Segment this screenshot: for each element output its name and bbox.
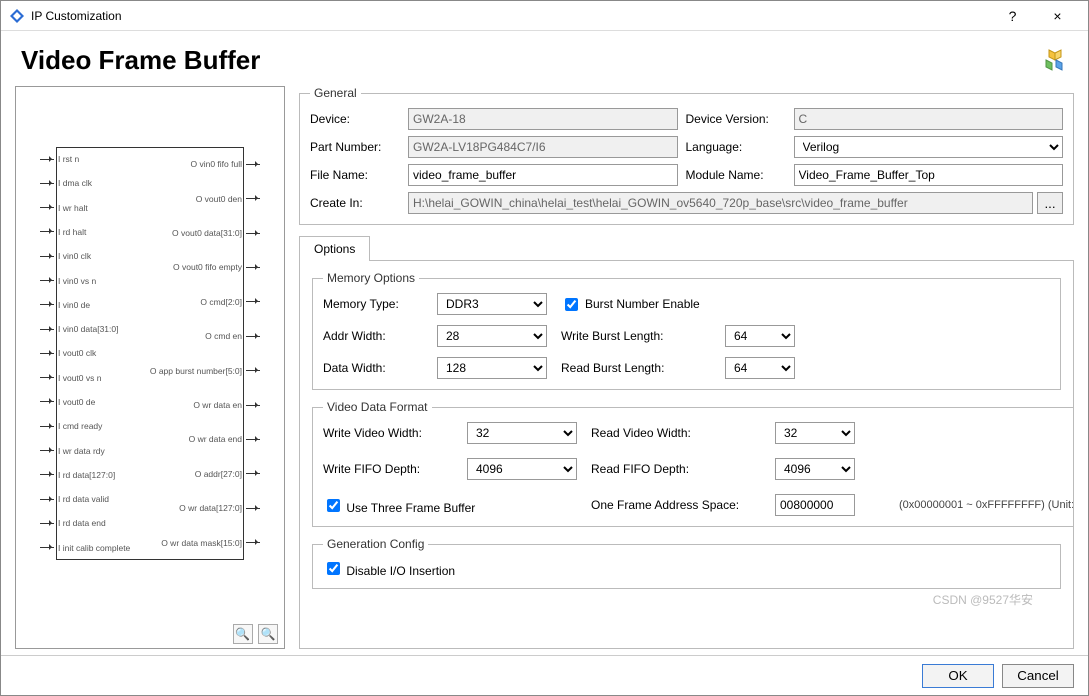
tab-options[interactable]: Options xyxy=(299,236,370,261)
three-frame-checkbox[interactable]: Use Three Frame Buffer xyxy=(323,496,577,515)
device-field xyxy=(408,108,678,130)
device-label: Device: xyxy=(310,112,400,126)
write-video-width-select[interactable]: 32 xyxy=(467,422,577,444)
zoom-out-button[interactable]: 🔍 xyxy=(258,624,278,644)
input-port: I wr data rdy xyxy=(40,440,140,462)
addr-width-label: Addr Width: xyxy=(323,329,423,343)
output-port: O wr data[127:0] xyxy=(140,497,260,519)
output-port: O addr[27:0] xyxy=(140,463,260,485)
write-fifo-depth-select[interactable]: 4096 xyxy=(467,458,577,480)
create-in-label: Create In: xyxy=(310,196,400,210)
cancel-button[interactable]: Cancel xyxy=(1002,664,1074,688)
watermark: CSDN @9527华安 xyxy=(933,591,1033,608)
input-port: I cmd ready xyxy=(40,415,140,437)
block-diagram-panel: I rst nI dma clkI wr haltI rd haltI vin0… xyxy=(15,86,285,649)
zoom-in-button[interactable]: 🔍 xyxy=(233,624,253,644)
data-width-label: Data Width: xyxy=(323,361,423,375)
write-burst-select[interactable]: 64 xyxy=(725,325,795,347)
input-port: I wr halt xyxy=(40,197,140,219)
dialog-window: IP Customization ? × Video Frame Buffer … xyxy=(0,0,1089,696)
input-port: I vout0 clk xyxy=(40,342,140,364)
output-port: O cmd[2:0] xyxy=(140,291,260,313)
generation-config-group: Generation Config Disable I/O Insertion xyxy=(312,537,1061,589)
three-frame-input[interactable] xyxy=(327,499,340,512)
read-burst-select[interactable]: 64 xyxy=(725,357,795,379)
page-title: Video Frame Buffer xyxy=(21,45,1042,76)
input-port: I rd halt xyxy=(40,221,140,243)
output-port: O wr data mask[15:0] xyxy=(140,532,260,554)
memory-options-group: Memory Options Memory Type: DDR3 Burst N… xyxy=(312,271,1061,390)
burst-enable-checkbox[interactable]: Burst Number Enable xyxy=(561,295,835,314)
write-fifo-depth-label: Write FIFO Depth: xyxy=(323,462,453,476)
read-video-width-label: Read Video Width: xyxy=(591,426,761,440)
video-format-legend: Video Data Format xyxy=(323,400,432,414)
read-video-width-select[interactable]: 32 xyxy=(775,422,855,444)
general-legend: General xyxy=(310,86,361,100)
input-port: I vout0 vs n xyxy=(40,367,140,389)
device-version-field xyxy=(794,108,1064,130)
output-port: O wr data en xyxy=(140,394,260,416)
data-width-select[interactable]: 128 xyxy=(437,357,547,379)
module-name-label: Module Name: xyxy=(686,168,786,182)
ok-button[interactable]: OK xyxy=(922,664,994,688)
addr-width-select[interactable]: 28 xyxy=(437,325,547,347)
read-fifo-depth-select[interactable]: 4096 xyxy=(775,458,855,480)
window-title: IP Customization xyxy=(31,9,990,23)
device-version-label: Device Version: xyxy=(686,112,786,126)
memory-type-select[interactable]: DDR3 xyxy=(437,293,547,315)
read-burst-label: Read Burst Length: xyxy=(561,361,711,375)
one-frame-addr-hint: (0x00000001 ~ 0xFFFFFFFF) (Unit: 16 bit xyxy=(899,499,1074,511)
output-port: O cmd en xyxy=(140,325,260,347)
memory-type-label: Memory Type: xyxy=(323,297,423,311)
generation-config-legend: Generation Config xyxy=(323,537,428,551)
options-panel: Memory Options Memory Type: DDR3 Burst N… xyxy=(299,261,1074,649)
input-port: I rd data end xyxy=(40,512,140,534)
file-name-label: File Name: xyxy=(310,168,400,182)
output-port: O vin0 fifo full xyxy=(140,153,260,175)
input-port: I init calib complete xyxy=(40,537,140,559)
module-name-input[interactable] xyxy=(794,164,1064,186)
read-fifo-depth-label: Read FIFO Depth: xyxy=(591,462,761,476)
file-name-input[interactable] xyxy=(408,164,678,186)
browse-button[interactable]: ... xyxy=(1037,192,1063,214)
input-port: I vin0 vs n xyxy=(40,270,140,292)
part-number-field xyxy=(408,136,678,158)
input-port: I rst n xyxy=(40,148,140,170)
page-header: Video Frame Buffer xyxy=(1,31,1088,86)
video-format-group: Video Data Format Write Video Width: 32 … xyxy=(312,400,1074,527)
disable-io-checkbox[interactable]: Disable I/O Insertion xyxy=(323,564,455,578)
write-burst-label: Write Burst Length: xyxy=(561,329,711,343)
write-video-width-label: Write Video Width: xyxy=(323,426,453,440)
output-port: O app burst number[5:0] xyxy=(140,360,260,382)
one-frame-addr-label: One Frame Address Space: xyxy=(591,498,761,512)
close-button[interactable]: × xyxy=(1035,1,1080,31)
input-port: I vin0 de xyxy=(40,294,140,316)
disable-io-input[interactable] xyxy=(327,562,340,575)
one-frame-addr-input[interactable] xyxy=(775,494,855,516)
memory-options-legend: Memory Options xyxy=(323,271,419,285)
input-port: I rd data[127:0] xyxy=(40,464,140,486)
language-select[interactable]: Verilog xyxy=(794,136,1064,158)
tab-bar: Options xyxy=(299,235,1074,261)
input-port: I vin0 data[31:0] xyxy=(40,318,140,340)
help-button[interactable]: ? xyxy=(990,1,1035,31)
input-port: I vin0 clk xyxy=(40,245,140,267)
burst-enable-input[interactable] xyxy=(565,298,578,311)
output-port: O vout0 den xyxy=(140,188,260,210)
output-port: O vout0 fifo empty xyxy=(140,256,260,278)
language-label: Language: xyxy=(686,140,786,154)
titlebar: IP Customization ? × xyxy=(1,1,1088,31)
input-port: I dma clk xyxy=(40,172,140,194)
create-in-field xyxy=(408,192,1033,214)
ip-icon xyxy=(1042,48,1068,74)
general-group: General Device: Device Version: Part Num… xyxy=(299,86,1074,225)
part-number-label: Part Number: xyxy=(310,140,400,154)
input-port: I rd data valid xyxy=(40,488,140,510)
app-icon xyxy=(9,8,25,24)
input-port: I vout0 de xyxy=(40,391,140,413)
output-port: O vout0 data[31:0] xyxy=(140,222,260,244)
output-port: O wr data end xyxy=(140,428,260,450)
dialog-footer: OK Cancel xyxy=(1,655,1088,695)
